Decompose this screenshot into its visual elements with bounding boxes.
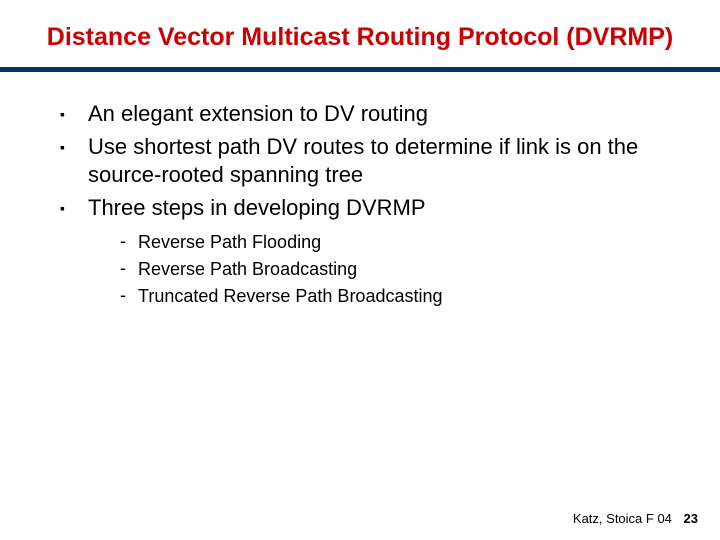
title-area: Distance Vector Multicast Routing Protoc… — [0, 0, 720, 67]
dash-marker-icon: - — [120, 231, 138, 252]
list-item: - Truncated Reverse Path Broadcasting — [120, 285, 670, 308]
bullet-list: ▪ An elegant extension to DV routing ▪ U… — [60, 100, 670, 222]
list-item: ▪ Three steps in developing DVRMP — [60, 194, 670, 223]
page-number: 23 — [684, 511, 698, 526]
bullet-marker-icon: ▪ — [60, 100, 88, 122]
slide-title: Distance Vector Multicast Routing Protoc… — [40, 22, 680, 53]
list-item: - Reverse Path Flooding — [120, 231, 670, 254]
sub-bullet-list: - Reverse Path Flooding - Reverse Path B… — [120, 231, 670, 309]
sub-bullet-text: Reverse Path Flooding — [138, 231, 670, 254]
footer-credit: Katz, Stoica F 04 — [573, 511, 672, 526]
dash-marker-icon: - — [120, 258, 138, 279]
sub-bullet-text: Reverse Path Broadcasting — [138, 258, 670, 281]
content-area: ▪ An elegant extension to DV routing ▪ U… — [0, 72, 720, 309]
bullet-text: Use shortest path DV routes to determine… — [88, 133, 670, 190]
list-item: - Reverse Path Broadcasting — [120, 258, 670, 281]
bullet-marker-icon: ▪ — [60, 133, 88, 155]
sub-bullet-text: Truncated Reverse Path Broadcasting — [138, 285, 670, 308]
bullet-text: An elegant extension to DV routing — [88, 100, 670, 129]
list-item: ▪ Use shortest path DV routes to determi… — [60, 133, 670, 190]
list-item: ▪ An elegant extension to DV routing — [60, 100, 670, 129]
footer: Katz, Stoica F 04 23 — [573, 511, 698, 526]
dash-marker-icon: - — [120, 285, 138, 306]
bullet-marker-icon: ▪ — [60, 194, 88, 216]
bullet-text: Three steps in developing DVRMP — [88, 194, 670, 223]
